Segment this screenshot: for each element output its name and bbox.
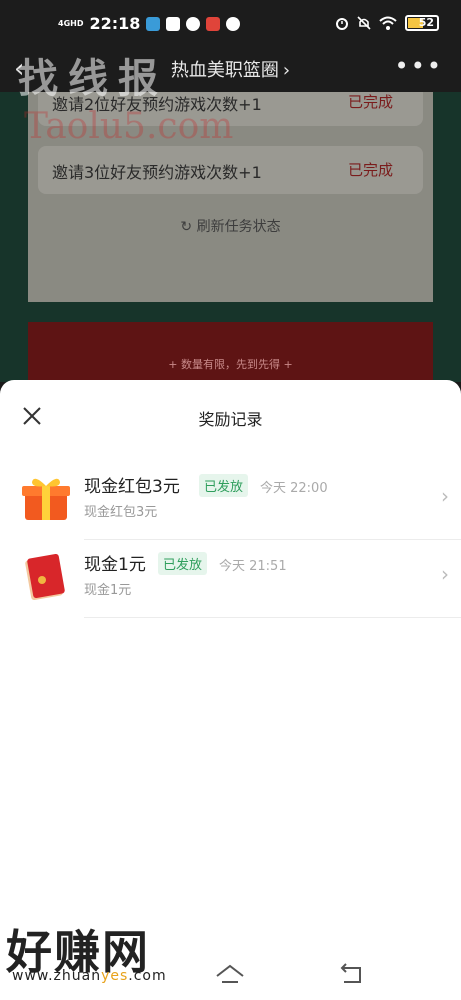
home-icon[interactable] xyxy=(214,962,246,986)
status-time: 22:18 xyxy=(89,14,141,33)
task-row: 邀请3位好友预约游戏次数+1 已完成 xyxy=(38,146,423,194)
nav-title-text: 热血美职篮圈 xyxy=(170,60,279,81)
watermark-top: 找线报 xyxy=(18,56,168,102)
battery-percent: 52 xyxy=(418,16,434,29)
back-icon[interactable] xyxy=(338,962,366,986)
status-right: 52 xyxy=(335,15,439,31)
refresh-task-button[interactable]: ↻ 刷新任务状态 xyxy=(28,216,433,236)
task-label: 邀请3位好友预约游戏次数+1 xyxy=(52,163,262,182)
envelope-caption: + 数量有限，先到先得 + xyxy=(168,358,293,371)
alarm-icon xyxy=(336,18,348,30)
status-badge: 已发放 xyxy=(199,474,249,497)
envelope-banner: + 数量有限，先到先得 + xyxy=(28,322,433,382)
watermark-top-url: Taolu5.com xyxy=(24,106,234,147)
red-envelope-icon xyxy=(25,554,65,600)
gift-box-icon xyxy=(22,478,70,520)
status-badge: 已发放 xyxy=(158,552,208,575)
refresh-label: 刷新任务状态 xyxy=(196,219,281,235)
more-dots-icon[interactable]: ••• xyxy=(395,52,443,80)
mute-icon xyxy=(357,16,371,30)
reward-name: 现金红包3元 xyxy=(84,477,180,497)
reward-name: 现金1元 xyxy=(84,555,146,575)
reward-record[interactable]: 现金红包3元 已发放 今天 22:00 现金红包3元 › xyxy=(0,464,461,540)
chevron-right-icon: › xyxy=(441,562,449,586)
chevron-right-icon: › xyxy=(282,60,291,81)
reward-sub: 现金红包3元 xyxy=(84,505,158,520)
status-left: 4GHD 22:18 xyxy=(58,14,241,33)
notification-app-icon xyxy=(146,16,161,31)
refresh-icon: ↻ xyxy=(180,219,197,235)
network-indicator: 4GHD xyxy=(58,18,84,28)
reward-time: 今天 21:51 xyxy=(219,559,287,574)
notification-app2-icon xyxy=(206,16,221,31)
system-nav xyxy=(0,950,461,1000)
chevron-right-icon: › xyxy=(441,484,449,508)
reward-records-sheet: 奖励记录 现金红包3元 已发放 今天 22:00 现金红包3元 › 现金1元 已… xyxy=(0,380,461,1000)
status-bar: 4GHD 22:18 52 xyxy=(0,0,461,48)
notification-wechat-icon xyxy=(186,16,201,31)
reward-time: 今天 22:00 xyxy=(260,481,328,496)
reward-sub: 现金1元 xyxy=(84,583,132,598)
wifi-icon xyxy=(379,16,397,30)
divider xyxy=(84,539,461,540)
reward-record[interactable]: 现金1元 已发放 今天 21:51 现金1元 › xyxy=(0,542,461,618)
task-status: 已完成 xyxy=(347,161,393,179)
battery-icon: 52 xyxy=(405,15,439,31)
notification-app3-icon xyxy=(226,16,241,31)
divider xyxy=(84,617,461,618)
notification-taobao-icon xyxy=(166,16,181,31)
task-status: 已完成 xyxy=(347,93,393,111)
sheet-title: 奖励记录 xyxy=(198,410,263,429)
